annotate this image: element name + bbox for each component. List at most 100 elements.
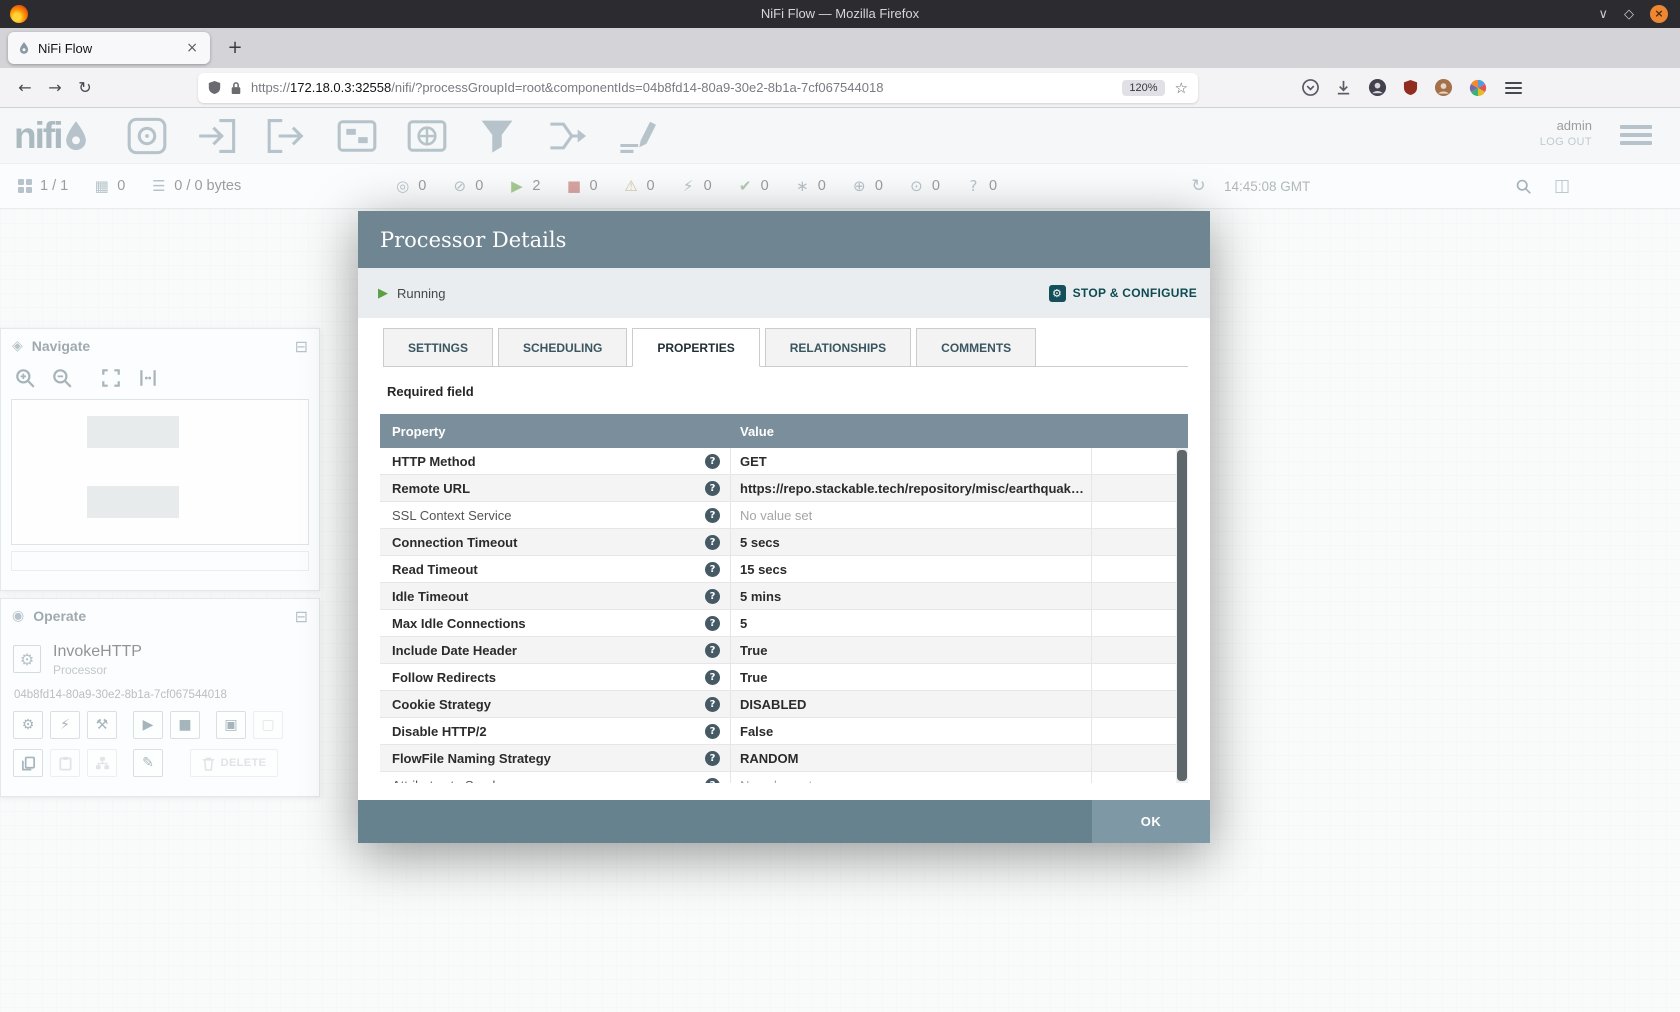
- help-icon[interactable]: ?: [705, 751, 720, 766]
- zoom-level-badge[interactable]: 120%: [1122, 80, 1164, 96]
- scrollbar-thumb[interactable]: [1177, 450, 1187, 781]
- download-icon[interactable]: [1335, 79, 1352, 96]
- property-name-cell: SSL Context Service ?: [380, 502, 731, 528]
- tab-comments[interactable]: COMMENTS: [916, 328, 1036, 367]
- ublock-extension-icon[interactable]: [1403, 79, 1418, 96]
- property-name-cell: FlowFile Naming Strategy ?: [380, 745, 731, 771]
- property-name: FlowFile Naming Strategy: [392, 751, 551, 766]
- property-value: True: [740, 670, 767, 685]
- tab-title: NiFi Flow: [38, 41, 183, 56]
- property-value-cell: GET: [731, 448, 1092, 474]
- property-extra-cell: [1092, 610, 1188, 636]
- property-extra-cell: [1092, 475, 1188, 501]
- property-value: GET: [740, 454, 767, 469]
- property-name: Remote URL: [392, 481, 470, 496]
- property-name: Max Idle Connections: [392, 616, 526, 631]
- property-column-header: Property: [380, 424, 731, 439]
- help-icon[interactable]: ?: [705, 724, 720, 739]
- property-name-cell: Idle Timeout ?: [380, 583, 731, 609]
- browser-tabbar: NiFi Flow × +: [0, 28, 1680, 68]
- required-field-label: Required field: [387, 384, 474, 399]
- help-icon[interactable]: ?: [705, 508, 720, 523]
- help-icon[interactable]: ?: [705, 616, 720, 631]
- dialog-status-row: ▶ Running ⚙ STOP & CONFIGURE: [358, 268, 1210, 318]
- property-value: 5 secs: [740, 535, 780, 550]
- help-icon[interactable]: ?: [705, 643, 720, 658]
- avatar-extension-icon[interactable]: [1434, 78, 1453, 97]
- account-icon[interactable]: [1368, 78, 1387, 97]
- property-value: True: [740, 643, 767, 658]
- property-name-cell: Max Idle Connections ?: [380, 610, 731, 636]
- property-extra-cell: [1092, 772, 1188, 783]
- browser-tab[interactable]: NiFi Flow ×: [8, 32, 210, 64]
- tab-close-icon[interactable]: ×: [183, 40, 201, 56]
- property-extra-cell: [1092, 664, 1188, 690]
- bookmark-star-icon[interactable]: ☆: [1175, 79, 1188, 97]
- shield-icon[interactable]: [208, 80, 221, 95]
- property-name-cell: Read Timeout ?: [380, 556, 731, 582]
- close-icon[interactable]: ×: [1650, 5, 1668, 23]
- properties-table-header: Property Value: [380, 414, 1188, 448]
- table-row: Disable HTTP/2 ? False: [380, 718, 1188, 745]
- ok-button[interactable]: OK: [1092, 800, 1210, 843]
- property-name: Idle Timeout: [392, 589, 468, 604]
- reload-button[interactable]: ↻: [70, 78, 100, 97]
- table-row: Include Date Header ? True: [380, 637, 1188, 664]
- property-value: RANDOM: [740, 751, 799, 766]
- table-row: SSL Context Service ? No value set: [380, 502, 1188, 529]
- url-text: https://172.18.0.3:32558/nifi/?processGr…: [251, 80, 1122, 95]
- pocket-icon[interactable]: [1302, 79, 1319, 96]
- table-row: Attributes to Send ? No value set: [380, 772, 1188, 783]
- menu-icon[interactable]: [1505, 81, 1522, 94]
- property-name: Cookie Strategy: [392, 697, 491, 712]
- help-icon[interactable]: ?: [705, 562, 720, 577]
- running-status-label: Running: [397, 286, 445, 301]
- help-icon[interactable]: ?: [705, 535, 720, 550]
- window-titlebar: NiFi Flow — Mozilla Firefox ∨ ◇ ×: [0, 0, 1680, 28]
- processor-details-dialog: Processor Details ▶ Running ⚙ STOP & CON…: [358, 211, 1210, 843]
- help-icon[interactable]: ?: [705, 670, 720, 685]
- new-tab-button[interactable]: +: [222, 36, 248, 60]
- help-icon[interactable]: ?: [705, 589, 720, 604]
- property-value-cell: https://repo.stackable.tech/repository/m…: [731, 475, 1092, 501]
- lock-icon[interactable]: [230, 80, 242, 96]
- maximize-icon[interactable]: ◇: [1624, 7, 1634, 22]
- tab-properties[interactable]: PROPERTIES: [632, 328, 759, 367]
- property-value-cell: No value set: [731, 772, 1092, 783]
- property-name-cell: Remote URL ?: [380, 475, 731, 501]
- browser-toolbar: ← → ↻ https://172.18.0.3:32558/nifi/?pro…: [0, 68, 1680, 108]
- tab-favicon-icon: [17, 41, 31, 55]
- nifi-app: nifi admin LOG OUT 1 / 1 ▦0 ☰0 /: [0, 108, 1680, 1012]
- property-value-cell: DISABLED: [731, 691, 1092, 717]
- property-extra-cell: [1092, 529, 1188, 555]
- help-icon[interactable]: ?: [705, 778, 720, 784]
- dialog-footer: OK: [358, 800, 1210, 843]
- help-icon[interactable]: ?: [705, 481, 720, 496]
- property-name-cell: Follow Redirects ?: [380, 664, 731, 690]
- tab-relationships[interactable]: RELATIONSHIPS: [765, 328, 911, 367]
- table-scrollbar[interactable]: [1176, 448, 1188, 783]
- property-value-cell: True: [731, 664, 1092, 690]
- property-extra-cell: [1092, 583, 1188, 609]
- url-bar[interactable]: https://172.18.0.3:32558/nifi/?processGr…: [198, 73, 1198, 103]
- tab-settings[interactable]: SETTINGS: [383, 328, 493, 367]
- pinwheel-extension-icon[interactable]: [1469, 79, 1487, 97]
- property-name: Follow Redirects: [392, 670, 496, 685]
- table-row: Connection Timeout ? 5 secs: [380, 529, 1188, 556]
- property-name: Attributes to Send: [392, 778, 495, 784]
- property-name: SSL Context Service: [392, 508, 511, 523]
- url-path: /nifi/?processGroupId=root&componentIds=…: [391, 80, 883, 95]
- forward-button[interactable]: →: [40, 78, 70, 97]
- property-value-cell: 15 secs: [731, 556, 1092, 582]
- tab-scheduling[interactable]: SCHEDULING: [498, 328, 627, 367]
- minimize-icon[interactable]: ∨: [1598, 7, 1608, 22]
- stop-and-configure-button[interactable]: ⚙ STOP & CONFIGURE: [1049, 285, 1197, 302]
- value-column-header: Value: [731, 424, 774, 439]
- property-name-cell: Cookie Strategy ?: [380, 691, 731, 717]
- table-row: Max Idle Connections ? 5: [380, 610, 1188, 637]
- property-value-cell: No value set: [731, 502, 1092, 528]
- property-name-cell: Attributes to Send ?: [380, 772, 731, 783]
- back-button[interactable]: ←: [10, 78, 40, 97]
- help-icon[interactable]: ?: [705, 454, 720, 469]
- help-icon[interactable]: ?: [705, 697, 720, 712]
